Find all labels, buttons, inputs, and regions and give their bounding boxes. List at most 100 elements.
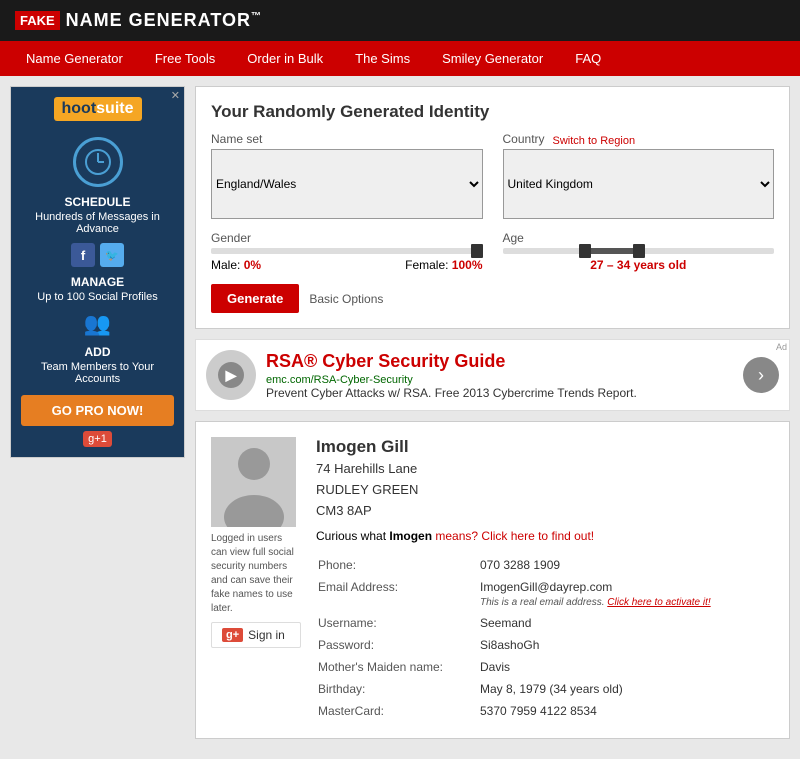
country-label: Country [503,132,545,146]
ad-banner: Ad ▶ RSA® Cyber Security Guide emc.com/R… [195,339,790,411]
gender-label: Gender [211,231,483,245]
social-icons: f 🐦 [21,243,174,267]
signin-button[interactable]: g+ Sign in [211,622,301,648]
birthday-label: Birthday: [318,679,478,699]
avatar-box: Logged in users can view full social sec… [211,437,301,723]
manage-section: MANAGE Up to 100 Social Profiles [21,275,174,303]
username-value: Seemand [480,613,772,633]
switch-region-link[interactable]: Switch to Region [553,135,636,147]
name-set-col: Name set Croatian Czech Danish Dutch Eng… [211,132,483,219]
schedule-title: SCHEDULE [21,195,174,209]
login-note: Logged in users can view full social sec… [211,532,301,616]
nav-name-generator[interactable]: Name Generator [10,41,139,76]
signin-label: Sign in [248,628,285,642]
page-content: ✕ hootsuite SCHEDULE Hundreds of Message… [0,76,800,759]
ad-title: RSA® Cyber Security Guide [266,351,637,372]
ad-url: emc.com/RSA-Cyber-Security [266,374,637,386]
password-label: Password: [318,635,478,655]
ad-banner-text: RSA® Cyber Security Guide emc.com/RSA-Cy… [266,351,637,400]
schedule-section: SCHEDULE Hundreds of Messages in Advance [21,195,174,235]
person-info-box: Logged in users can view full social sec… [195,421,790,739]
fake-badge: FAKE [15,11,60,30]
manage-title: MANAGE [21,275,174,289]
email-value: ImogenGill@dayrep.com This is a real ema… [480,577,772,611]
close-icon[interactable]: ✕ [171,89,180,102]
nav-the-sims[interactable]: The Sims [339,41,426,76]
nav-order-bulk[interactable]: Order in Bulk [231,41,339,76]
hootsuite-ad: ✕ hootsuite SCHEDULE Hundreds of Message… [10,86,185,458]
male-label: Male: 0% [211,258,261,272]
username-label: Username: [318,613,478,633]
ad-label: Ad [776,342,787,352]
age-label: Age [503,231,775,245]
site-header: FAKE NAME GENERATOR™ [0,0,800,41]
facebook-icon: f [71,243,95,267]
age-min-handle[interactable] [579,244,591,258]
add-title: ADD [21,345,174,359]
page-title: Your Randomly Generated Identity [211,102,774,122]
birthday-row: Birthday: May 8, 1979 (34 years old) [318,679,772,699]
ad-banner-icon: ▶ [206,350,256,400]
country-select[interactable]: Switzerland Tunisia United Kingdom Unite… [503,149,775,219]
main-content: Your Randomly Generated Identity Name se… [195,86,790,749]
age-col: Age 27 – 34 years old [503,231,775,272]
name-meaning-link[interactable]: means? Click here to find out! [435,529,594,543]
nav-free-tools[interactable]: Free Tools [139,41,231,76]
gender-age-row: Gender Male: 0% Female: 100% Age [211,231,774,272]
ad-desc: Prevent Cyber Attacks w/ RSA. Free 2013 … [266,386,637,400]
name-set-label: Name set [211,132,483,146]
activate-email-link[interactable]: Click here to activate it! [607,597,710,608]
maiden-label: Mother's Maiden name: [318,657,478,677]
sidebar-ad: ✕ hootsuite SCHEDULE Hundreds of Message… [10,86,185,749]
hootsuite-logo: hootsuite [54,97,142,121]
site-title: NAME GENERATOR™ [66,10,262,31]
name-country-row: Name set Croatian Czech Danish Dutch Eng… [211,132,774,219]
info-col: Imogen Gill 74 Harehills Lane RUDLEY GRE… [316,437,774,723]
person-section: Logged in users can view full social sec… [211,437,774,723]
country-col: Country Switch to Region Switzerland Tun… [503,132,775,219]
email-note: This is a real email address. Click here… [480,597,711,608]
add-desc: Team Members to Your Accounts [21,361,174,385]
person-name: Imogen Gill [316,437,774,457]
age-max-handle[interactable] [633,244,645,258]
gender-slider-handle[interactable] [471,244,483,258]
birthday-value: May 8, 1979 (34 years old) [480,679,772,699]
phone-value: 070 3288 1909 [480,555,772,575]
nav-bar: Name Generator Free Tools Order in Bulk … [0,41,800,76]
detail-table: Phone: 070 3288 1909 Email Address: Imog… [316,553,774,723]
name-set-select[interactable]: Croatian Czech Danish Dutch England/Wale… [211,149,483,219]
ad-arrow-icon[interactable]: › [743,357,779,393]
password-value: Si8ashoGh [480,635,772,655]
email-row: Email Address: ImogenGill@dayrep.com Thi… [318,577,772,611]
schedule-desc: Hundreds of Messages in Advance [21,211,174,235]
svg-text:▶: ▶ [225,367,238,383]
age-range: 27 – 34 years old [590,258,686,272]
generate-button[interactable]: Generate [211,284,299,313]
curious-line: Curious what Imogen means? Click here to… [316,529,774,543]
gplus-signin-icon: g+ [222,628,243,642]
mastercard-value: 5370 7959 4122 8534 [480,701,772,721]
nav-smiley-generator[interactable]: Smiley Generator [426,41,559,76]
gplus-row: g+1 [21,431,174,447]
gender-col: Gender Male: 0% Female: 100% [211,231,483,272]
add-section: ADD Team Members to Your Accounts [21,345,174,385]
female-label: Female: 100% [405,258,482,272]
password-row: Password: Si8ashoGh [318,635,772,655]
gplus-icon: g+1 [83,431,112,447]
mastercard-row: MasterCard: 5370 7959 4122 8534 [318,701,772,721]
username-row: Username: Seemand [318,613,772,633]
clock-icon [73,137,123,187]
person-address: 74 Harehills Lane RUDLEY GREEN CM3 8AP [316,459,774,521]
maiden-row: Mother's Maiden name: Davis [318,657,772,677]
phone-row: Phone: 070 3288 1909 [318,555,772,575]
phone-label: Phone: [318,555,478,575]
email-label: Email Address: [318,577,478,611]
basic-options-link[interactable]: Basic Options [309,292,383,306]
nav-faq[interactable]: FAQ [559,41,617,76]
mastercard-label: MasterCard: [318,701,478,721]
go-pro-button[interactable]: GO PRO NOW! [21,395,174,426]
people-icon: 👥 [21,311,174,337]
maiden-value: Davis [480,657,772,677]
manage-desc: Up to 100 Social Profiles [21,291,174,303]
avatar [211,437,296,527]
